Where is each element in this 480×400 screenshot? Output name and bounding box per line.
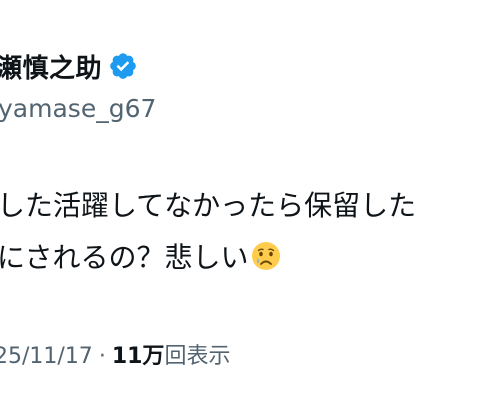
views-label: 回表示 — [164, 344, 231, 369]
username[interactable]: yamase_g67 — [0, 94, 156, 123]
author-row[interactable]: 瀬慎之助 — [0, 46, 138, 86]
post-text-line-2-text: にされるの？悲しい — [0, 241, 249, 274]
post-text-line-1: した活躍してなかったら保留した — [0, 189, 417, 222]
post-meta: 25/11/17 · 11万回表示 — [0, 338, 230, 370]
meta-separator: · — [98, 344, 106, 369]
display-name[interactable]: 瀬慎之助 — [0, 48, 102, 85]
crying-face-icon — [250, 237, 282, 270]
post-date[interactable]: 25/11/17 — [0, 344, 93, 369]
post-text-line-2: にされるの？悲しい — [0, 232, 480, 284]
post-body: した活躍してなかったら保留した にされるの？悲しい — [0, 180, 480, 284]
views-count: 11万 — [111, 344, 165, 369]
verified-badge-icon — [108, 51, 138, 81]
post: 瀬慎之助 yamase_g67 した活躍してなかったら保留した にされるの？悲し… — [0, 0, 480, 400]
